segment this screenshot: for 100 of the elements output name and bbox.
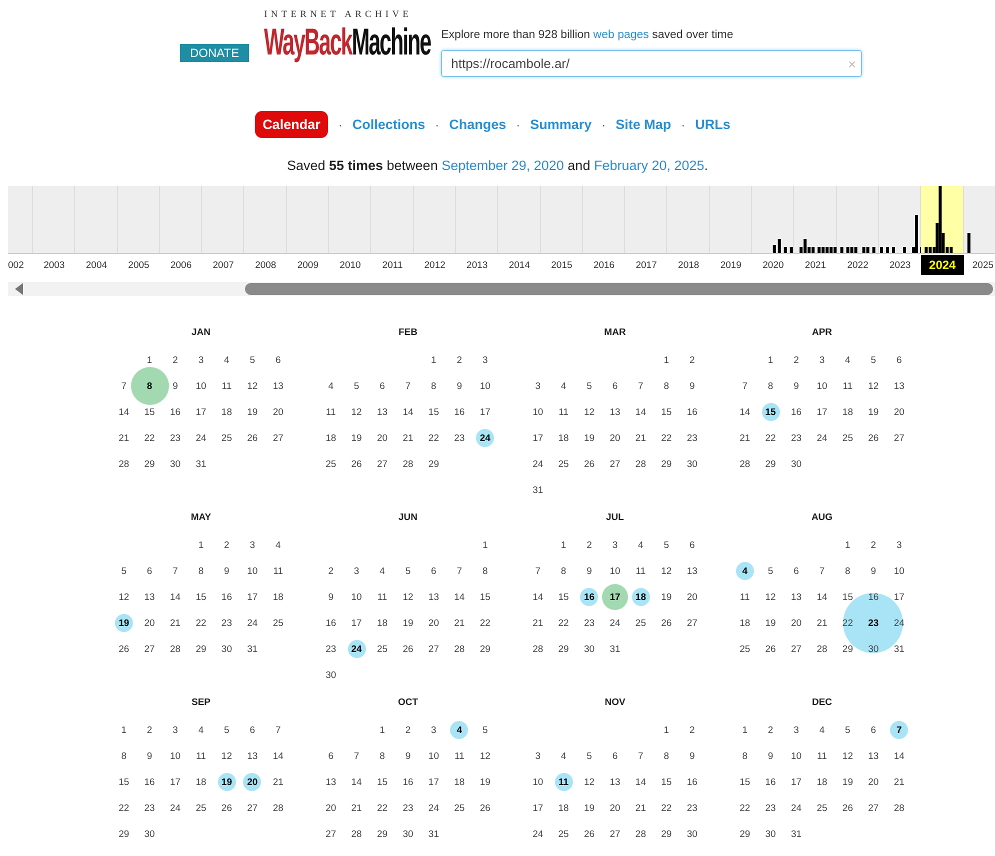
nav-tab[interactable]: URLs [695,117,730,132]
scroll-left-icon[interactable] [14,283,24,295]
year-label[interactable]: 2023 [878,260,922,270]
capture-bar[interactable] [886,247,889,253]
nav-tab[interactable]: Summary [530,117,592,132]
year-label[interactable]: 2021 [794,260,837,270]
capture-bar[interactable] [866,247,869,253]
capture-bar[interactable] [804,239,807,253]
year-label[interactable]: 2005 [118,260,160,270]
year-label[interactable]: 2024 [921,255,964,275]
capture-bar[interactable] [862,247,865,253]
capture-bar[interactable] [950,247,953,253]
web-pages-link[interactable]: web pages [593,29,649,41]
capture-bar[interactable] [826,247,829,253]
capture-day[interactable]: 19 [221,776,232,788]
capture-day[interactable]: 17 [610,592,620,602]
capture-bar[interactable] [784,247,787,253]
year-label[interactable]: 2019 [710,260,752,270]
capture-circle[interactable] [762,403,780,421]
year-label[interactable]: 2025 [964,260,995,270]
capture-circle[interactable] [632,588,650,606]
capture-bar[interactable] [790,247,793,253]
capture-circle[interactable] [450,721,468,739]
capture-circle[interactable] [602,584,628,610]
year-label[interactable]: 2017 [625,260,668,270]
capture-day[interactable]: 24 [351,644,362,654]
capture-bar[interactable] [942,233,945,253]
capture-day[interactable]: 4 [456,724,462,736]
nav-tab[interactable]: Site Map [616,117,672,132]
capture-bar[interactable] [914,215,918,253]
capture-bar[interactable] [872,247,875,253]
capture-circle[interactable] [736,562,754,580]
capture-bar[interactable] [840,247,843,253]
capture-circle[interactable] [554,773,573,791]
nav-tab[interactable]: Changes [449,117,506,132]
first-capture-link[interactable]: September 29, 2020 [442,158,564,173]
capture-bar[interactable] [924,247,928,253]
year-label[interactable]: 2014 [498,260,541,270]
nav-tab[interactable]: Collections [352,117,426,132]
capture-bar[interactable] [938,186,942,253]
capture-circle[interactable] [476,429,494,447]
year-label[interactable]: 2004 [75,260,118,270]
year-label[interactable]: 2018 [667,260,710,270]
capture-circle[interactable] [114,614,133,632]
capture-bar[interactable] [830,247,833,253]
capture-day[interactable]: 20 [247,776,258,788]
capture-bar[interactable] [778,239,781,253]
year-label[interactable]: 2022 [836,260,879,270]
year-label[interactable]: 2012 [414,260,456,270]
capture-circle[interactable] [580,588,598,606]
capture-bar[interactable] [854,247,857,253]
selected-year-column[interactable] [921,186,964,253]
wayback-machine-logo[interactable]: WayBackMachine [264,23,431,63]
capture-bar[interactable] [834,247,837,253]
capture-bar[interactable] [846,247,849,253]
capture-bar[interactable] [946,247,949,253]
url-search-field[interactable]: https://rocambole.ar/ × [441,50,862,77]
capture-day[interactable]: 18 [635,592,646,602]
year-label[interactable]: 2006 [160,260,202,270]
capture-day[interactable]: 7 [896,724,902,736]
capture-bar[interactable] [808,247,811,253]
capture-circle[interactable] [218,773,236,791]
scrollbar-thumb[interactable] [245,283,993,295]
capture-bar[interactable] [800,247,803,253]
capture-day[interactable]: 11 [558,776,569,788]
capture-day[interactable]: 8 [146,380,152,392]
year-label[interactable]: 2003 [33,260,76,270]
capture-circle[interactable] [890,721,908,739]
year-label[interactable]: 002 [8,260,33,270]
year-label[interactable]: 2008 [244,260,287,270]
capture-bar[interactable] [892,247,895,253]
timeline-scrollbar[interactable] [8,282,995,296]
capture-bar[interactable] [880,247,883,253]
capture-day[interactable]: 4 [742,566,748,576]
capture-day[interactable]: 15 [765,406,776,418]
capture-bar[interactable] [902,247,906,253]
capture-bar[interactable] [912,247,915,253]
capture-circle[interactable] [348,640,366,658]
nav-tab[interactable]: Calendar [254,111,328,138]
capture-bar[interactable] [772,245,776,253]
capture-bar[interactable] [966,233,970,253]
last-capture-link[interactable]: February 20, 2025 [594,158,704,173]
capture-day[interactable]: 19 [118,618,130,628]
year-label[interactable]: 2013 [456,260,498,270]
capture-bar[interactable] [850,247,853,253]
year-label[interactable]: 2016 [582,260,626,270]
capture-day[interactable]: 16 [584,592,595,602]
capture-day[interactable]: 24 [480,432,490,444]
year-label[interactable]: 2015 [540,260,583,270]
year-label[interactable]: 2009 [286,260,330,270]
year-label[interactable]: 2020 [752,260,794,270]
capture-bar[interactable] [822,247,825,253]
capture-bar[interactable] [818,247,821,253]
capture-bar[interactable] [812,247,815,253]
capture-day[interactable]: 23 [868,618,879,628]
capture-bar[interactable] [928,247,932,253]
capture-circle[interactable] [243,773,262,791]
donate-button[interactable]: DONATE [180,44,250,62]
year-label[interactable]: 2011 [371,260,414,270]
year-label[interactable]: 2010 [329,260,372,270]
